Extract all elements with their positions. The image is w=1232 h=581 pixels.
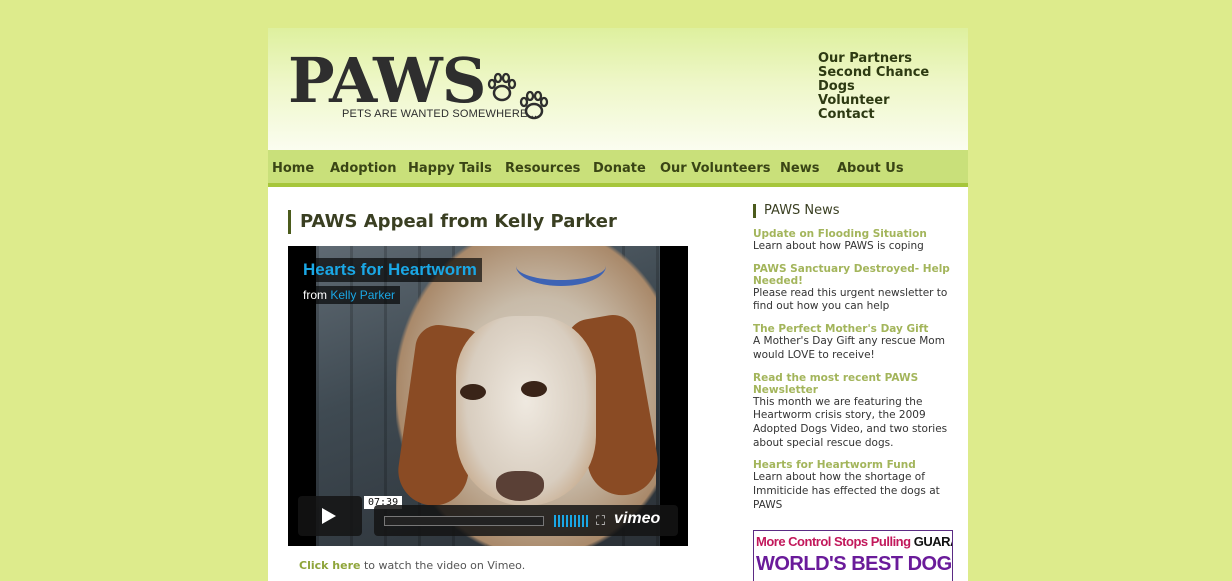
news-item: Hearts for Heartworm Fund Learn about ho… — [753, 459, 963, 512]
page-wrapper: PAWS PETS ARE WANTED SOMEWHERE... Our Pa… — [268, 28, 968, 581]
vimeo-logo[interactable]: vimeo — [614, 510, 660, 528]
dog-image-nose — [496, 471, 544, 501]
dog-image-eye — [460, 384, 486, 400]
ad-text-guaranteed: GUARANTEED — [913, 534, 952, 549]
nav-home[interactable]: Home — [272, 161, 314, 176]
ad-text-stops-pulling: Stops Pulling — [834, 534, 911, 549]
video-from-label: from — [303, 288, 327, 302]
volume-icon[interactable] — [554, 515, 588, 527]
page-title: PAWS Appeal from Kelly Parker — [288, 210, 617, 234]
fullscreen-icon[interactable]: ⛶ — [596, 514, 605, 529]
watch-on-vimeo-line: Click here to watch the video on Vimeo. — [299, 559, 525, 572]
news-item: The Perfect Mother's Day Gift A Mother's… — [753, 323, 963, 362]
nav-adoption[interactable]: Adoption — [330, 161, 396, 176]
news-item-desc: Learn about how the shortage of Immitici… — [753, 471, 940, 511]
nav-news[interactable]: News — [780, 161, 819, 176]
logo-tagline: PETS ARE WANTED SOMEWHERE... — [342, 108, 538, 120]
nav-resources[interactable]: Resources — [505, 161, 580, 176]
news-item-title[interactable]: PAWS Sanctuary Destroyed- Help Needed! — [753, 263, 963, 287]
video-title[interactable]: Hearts for Heartworm — [298, 258, 482, 282]
news-item-title[interactable]: Hearts for Heartworm Fund — [753, 459, 963, 471]
ad-text-more-control: More Control — [756, 534, 831, 549]
news-item-title[interactable]: The Perfect Mother's Day Gift — [753, 323, 963, 335]
video-progress-bar[interactable] — [384, 516, 544, 526]
dog-image-collar — [516, 246, 606, 286]
paw-print-icon — [519, 90, 549, 120]
news-item-desc: Learn about how PAWS is coping — [753, 240, 924, 252]
nav-our-volunteers[interactable]: Our Volunteers — [660, 161, 771, 176]
news-sidebar: PAWS News Update on Flooding Situation L… — [753, 204, 963, 521]
watch-text: to watch the video on Vimeo. — [363, 559, 526, 572]
news-item-desc: Please read this urgent newsletter to fi… — [753, 286, 948, 313]
site-header: PAWS PETS ARE WANTED SOMEWHERE... Our Pa… — [268, 28, 968, 150]
play-icon — [322, 508, 336, 524]
paw-print-icon — [487, 72, 517, 102]
video-player[interactable]: Hearts for Heartworm from Kelly Parker 0… — [288, 246, 688, 546]
news-item-title[interactable]: Update on Flooding Situation — [753, 228, 963, 240]
ad-headline: More Control Stops Pulling GUARANTEED — [756, 534, 952, 549]
video-byline: from Kelly Parker — [298, 286, 401, 304]
nav-about-us[interactable]: About Us — [837, 161, 904, 176]
ad-tagline: WORLD'S BEST DOG HARNESS — [756, 553, 952, 575]
news-item: Update on Flooding Situation Learn about… — [753, 228, 963, 254]
news-item: Read the most recent PAWS Newsletter Thi… — [753, 372, 963, 451]
video-controls: ⛶ vimeo — [374, 505, 678, 536]
nav-happy-tails[interactable]: Happy Tails — [408, 161, 492, 176]
video-author-link[interactable]: Kelly Parker — [330, 288, 395, 302]
top-link-contact[interactable]: Contact — [818, 108, 968, 122]
watch-click-here-link[interactable]: Click here — [299, 559, 360, 572]
top-link-second-chance-dogs[interactable]: Second Chance Dogs — [818, 66, 968, 94]
logo-wordmark: PAWS — [288, 44, 487, 117]
play-button[interactable] — [298, 496, 362, 536]
dog-harness-ad-banner[interactable]: More Control Stops Pulling GUARANTEED WO… — [753, 530, 953, 581]
top-link-our-partners[interactable]: Our Partners — [818, 52, 968, 66]
news-item-desc: A Mother's Day Gift any rescue Mom would… — [753, 335, 945, 361]
nav-donate[interactable]: Donate — [593, 161, 646, 176]
dog-image-eye — [521, 381, 547, 397]
news-item-desc: This month we are featuring the Heartwor… — [753, 395, 948, 449]
main-nav: Home Adoption Happy Tails Resources Dona… — [268, 150, 968, 187]
news-item-title[interactable]: Read the most recent PAWS Newsletter — [753, 372, 963, 396]
news-item: PAWS Sanctuary Destroyed- Help Needed! P… — [753, 263, 963, 314]
news-heading: PAWS News — [753, 204, 963, 218]
top-links: Our Partners Second Chance Dogs Voluntee… — [818, 52, 968, 122]
top-link-volunteer[interactable]: Volunteer — [818, 94, 968, 108]
main-content: PAWS Appeal from Kelly Parker Hearts for… — [268, 188, 968, 581]
